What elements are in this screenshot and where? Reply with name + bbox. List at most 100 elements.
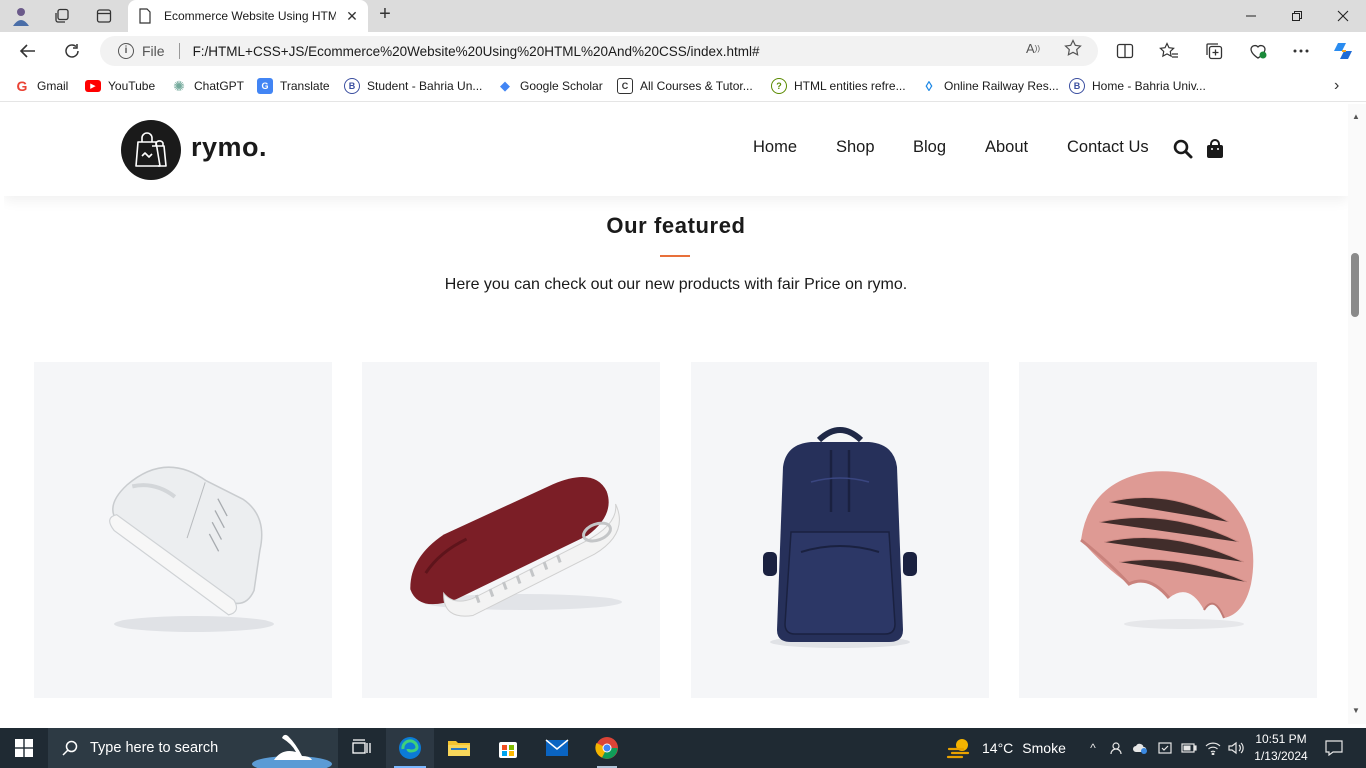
chevron-right-icon[interactable]: › [1334,77,1339,95]
onedrive-icon[interactable] [1132,740,1148,756]
refresh-button[interactable] [58,38,86,64]
taskbar-search-box[interactable]: Type here to search [48,728,338,768]
active-tab[interactable]: Ecommerce Website Using HTML ✕ [128,0,368,32]
bookmark-label: HTML entities refre... [794,79,906,93]
chevron-up-icon[interactable]: ^ [1085,740,1101,756]
restore-button[interactable] [1274,0,1320,32]
nav-home[interactable]: Home [753,138,797,157]
url-field[interactable]: i File F:/HTML+CSS+JS/Ecommerce%20Websit… [100,36,1098,66]
meet-now-icon[interactable] [1108,740,1124,756]
bookmark-bahria-student[interactable]: B Student - Bahria Un... [344,77,482,95]
bookmark-gmail[interactable]: G Gmail [14,77,68,95]
product-card-maroon-sneaker[interactable] [362,362,660,698]
battery-icon[interactable] [1181,740,1197,756]
search-icon[interactable] [1172,138,1194,160]
settings-more-icon[interactable] [1290,41,1312,61]
bookmark-label: Gmail [37,79,69,93]
close-window-button[interactable] [1320,0,1366,32]
bookmark-chatgpt[interactable]: ✺ ChatGPT [171,77,244,95]
bookmark-label: Google Scholar [520,79,603,93]
url-text[interactable]: F:/HTML+CSS+JS/Ecommerce%20Website%20Usi… [193,44,760,59]
new-tab-button[interactable]: + [374,4,396,26]
bookmark-label: All Courses & Tutor... [640,79,753,93]
tab-actions-icon[interactable] [92,5,116,27]
featured-subtitle: Here you can check out our new products … [444,276,908,293]
bookmark-online-railway[interactable]: ◊ Online Railway Res... [921,77,1059,95]
site-info-icon[interactable]: i [118,43,134,59]
favorite-star-icon[interactable] [1063,39,1083,57]
nav-contact-us[interactable]: Contact Us [1067,138,1149,157]
browser-essentials-icon[interactable] [1247,41,1269,61]
tab-title: Ecommerce Website Using HTML [164,9,336,23]
page-scrollbar[interactable] [1348,104,1366,724]
logo-bag-icon[interactable] [121,120,181,180]
copilot-icon[interactable] [1332,41,1354,61]
url-scheme-label: File [142,43,165,59]
swan-search-highlight-icon [252,734,332,768]
taskbar-clock[interactable]: 10:51 PM 1/13/2024 [1248,731,1314,765]
courses-icon: C [617,78,633,94]
browser-address-bar: i File F:/HTML+CSS+JS/Ecommerce%20Websit… [0,32,1366,70]
browser-tab-bar: Ecommerce Website Using HTML ✕ + [0,0,1366,32]
url-separator [178,43,180,59]
file-explorer-icon[interactable] [435,728,483,768]
bahria-icon: B [1069,78,1085,94]
search-placeholder: Type here to search [90,740,219,756]
nav-about[interactable]: About [985,138,1028,157]
featured-title: Our featured [606,213,746,238]
youtube-icon: ▶ [85,80,101,92]
logo-text[interactable]: rymo. [191,132,267,163]
collections-icon[interactable] [1203,41,1225,61]
bookmark-translate[interactable]: G Translate [257,77,330,95]
scroll-down-arrow[interactable]: ▼ [1350,706,1362,716]
favorites-icon[interactable] [1158,41,1180,61]
translate-icon: G [257,78,273,94]
drop-icon: ◊ [921,78,937,94]
nav-blog[interactable]: Blog [913,138,946,157]
site-header: rymo. Home Shop Blog About Contact Us [4,104,1348,196]
page-icon [139,8,151,24]
chrome-taskbar-icon[interactable] [583,728,631,768]
bahria-icon: B [344,78,360,94]
weather-haze-icon [946,739,970,759]
pink-beanie-image [1080,471,1254,629]
microsoft-store-icon[interactable] [484,728,532,768]
minimize-button[interactable] [1228,0,1274,32]
bookmark-bahria-home[interactable]: B Home - Bahria Univ... [1069,77,1206,95]
bookmark-google-scholar[interactable]: ◆ Google Scholar [497,77,603,95]
back-button[interactable] [14,38,42,64]
mail-icon[interactable] [533,728,581,768]
workspaces-icon[interactable] [50,5,74,27]
bookmark-label: ChatGPT [194,79,245,93]
wifi-icon[interactable] [1205,740,1221,756]
bookmark-all-courses[interactable]: C All Courses & Tutor... [617,77,753,95]
windows-taskbar: Type here to search 14°C Smoke ^ 10:51 P… [0,728,1366,768]
bookmark-html-entities[interactable]: ? HTML entities refre... [771,77,906,95]
profile-avatar[interactable] [8,4,34,28]
bookmarks-bar: G Gmail ▶ YouTube ✺ ChatGPT G Translate … [0,70,1366,102]
product-card-navy-backpack[interactable] [691,362,989,698]
volume-icon[interactable] [1228,740,1244,756]
question-icon: ? [771,78,787,94]
notifications-icon[interactable] [1325,739,1343,757]
product-card-white-sneaker[interactable] [34,362,332,698]
nav-shop[interactable]: Shop [836,138,875,157]
read-aloud-icon[interactable]: A)) [1023,39,1043,57]
windows-start-icon[interactable] [0,728,48,768]
bookmark-youtube[interactable]: ▶ YouTube [85,77,155,95]
task-view-icon[interactable] [338,728,386,768]
bookmark-label: Student - Bahria Un... [367,79,483,93]
scrollbar-thumb[interactable] [1351,253,1359,317]
scroll-up-arrow[interactable]: ▲ [1350,112,1362,122]
scholar-icon: ◆ [497,78,513,94]
edge-taskbar-icon[interactable] [386,728,434,768]
split-screen-icon[interactable] [1114,41,1136,61]
bookmark-label: Translate [280,79,330,93]
gmail-icon: G [14,78,30,94]
clock-time: 10:51 PM [1255,732,1307,746]
security-icon[interactable] [1157,740,1173,756]
product-card-pink-beanie[interactable] [1019,362,1317,698]
close-tab-icon[interactable]: ✕ [344,8,360,24]
shopping-bag-icon[interactable] [1204,138,1226,160]
weather-widget[interactable]: 14°C Smoke [946,728,1066,768]
